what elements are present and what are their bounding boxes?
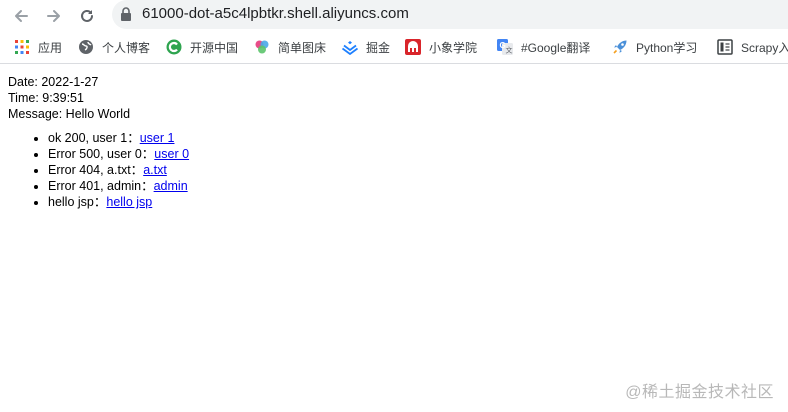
url-text[interactable]: 61000-dot-a5c4lpbtkr.shell.aliyuncs.com <box>142 5 409 22</box>
back-button[interactable] <box>9 4 33 28</box>
list-item: Error 404, a.txt：a.txt <box>48 162 768 178</box>
date-line: Date: 2022-1-27 <box>8 74 768 90</box>
bookmark-label: 简单图床 <box>278 40 327 55</box>
time-text: Time: 9:39:51 <box>8 91 84 105</box>
bookmark-label: 开源中国 <box>190 40 239 55</box>
bookmark-label: 掘金 <box>366 40 391 55</box>
user-0-link[interactable]: user 0 <box>154 147 189 161</box>
bookmark-image-host[interactable]: 简单图床 <box>254 37 326 57</box>
bookmark-elephant-school[interactable]: 小象学院 <box>405 37 477 57</box>
bookmark-google-translate[interactable]: G 文 #Google翻译 <box>497 37 590 57</box>
watermark-text: @稀土掘金技术社区 <box>625 384 774 401</box>
admin-link[interactable]: admin <box>154 179 188 193</box>
list-item: hello jsp：hello jsp <box>48 194 768 210</box>
bookmark-label: 应用 <box>38 40 63 55</box>
bookmark-scrapy[interactable]: Scrapy入 <box>717 37 788 57</box>
rocket-icon <box>613 40 627 54</box>
svg-text:文: 文 <box>506 46 513 55</box>
bookmark-juejin[interactable]: 掘金 <box>342 37 390 57</box>
list-item-text: ok 200, user 1： <box>48 131 140 145</box>
list-item-text: Error 404, a.txt： <box>48 163 144 177</box>
bookmark-label: Scrapy入 <box>741 40 788 55</box>
reload-icon <box>81 9 93 22</box>
address-bar[interactable]: 61000-dot-a5c4lpbtkr.shell.aliyuncs.com <box>112 0 788 29</box>
google-translate-icon: G 文 <box>497 39 513 55</box>
message-text: Message: Hello World <box>8 107 131 121</box>
image-host-icon <box>255 40 269 54</box>
forward-arrow-icon <box>47 10 60 22</box>
bookmark-oschina[interactable]: 开源中国 <box>166 37 238 57</box>
link-list: ok 200, user 1：user 1 Error 500, user 0：… <box>8 130 768 210</box>
back-arrow-icon <box>15 10 28 22</box>
browser-toolbar: 61000-dot-a5c4lpbtkr.shell.aliyuncs.com <box>0 0 788 31</box>
bookmark-personal-blog[interactable]: 个人博客 <box>78 37 150 57</box>
page-content: Date: 2022-1-27 Time: 9:39:51 Message: H… <box>8 74 768 210</box>
bookmark-label: Python学习 <box>636 40 698 55</box>
bookmarks-bar: 应用 个人博客 开源中国 简单图床 掘金 小象学院 G 文 #Google翻译 … <box>0 31 788 64</box>
bookmark-label: 小象学院 <box>429 40 478 55</box>
reload-button[interactable] <box>75 4 99 28</box>
list-item-text: Error 500, user 0： <box>48 147 155 161</box>
date-text: Date: 2022-1-27 <box>8 75 99 89</box>
list-item: ok 200, user 1：user 1 <box>48 130 768 146</box>
a-txt-link[interactable]: a.txt <box>143 163 167 177</box>
book-icon <box>717 39 733 55</box>
list-item: Error 401, admin：admin <box>48 178 768 194</box>
apps-grid-icon <box>15 40 29 54</box>
bookmark-python-learning[interactable]: Python学习 <box>612 37 697 57</box>
list-item-text: Error 401, admin： <box>48 179 154 193</box>
oschina-icon <box>166 39 182 55</box>
bookmark-label: #Google翻译 <box>521 40 591 55</box>
lock-icon[interactable] <box>120 7 132 21</box>
list-item-text: hello jsp： <box>48 195 107 209</box>
user-1-link[interactable]: user 1 <box>140 131 175 145</box>
forward-button[interactable] <box>42 4 66 28</box>
list-item: Error 500, user 0：user 0 <box>48 146 768 162</box>
globe-icon <box>79 40 93 54</box>
message-line: Message: Hello World <box>8 106 768 122</box>
time-line: Time: 9:39:51 <box>8 90 768 106</box>
hello-jsp-link[interactable]: hello jsp <box>106 195 152 209</box>
juejin-icon <box>342 41 358 55</box>
bookmark-label: 个人博客 <box>102 40 151 55</box>
elephant-icon <box>405 39 421 55</box>
bookmark-apps[interactable]: 应用 <box>14 37 62 57</box>
